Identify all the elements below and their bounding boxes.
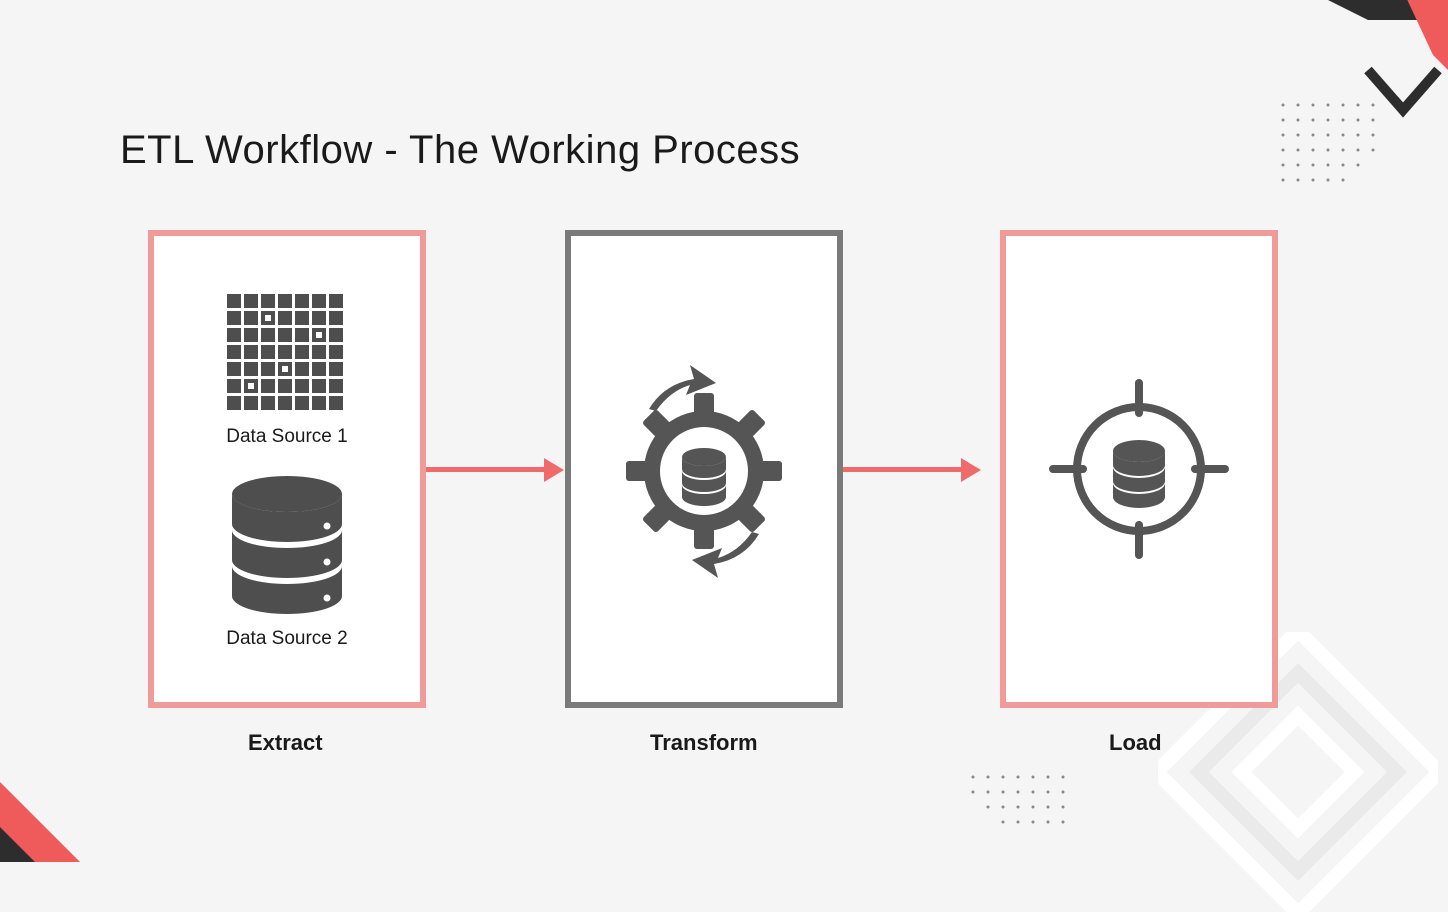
- gear-process-icon: [594, 359, 814, 579]
- data-source-2-label: Data Source 2: [226, 628, 347, 650]
- target-database-icon: [1039, 369, 1239, 569]
- stage-load-label: Load: [1109, 730, 1162, 756]
- corner-decoration-bottom-left: [0, 722, 160, 862]
- arrow-extract-to-transform-icon: [426, 458, 566, 482]
- stage-load-box: [1000, 230, 1278, 708]
- stage-extract-label: Extract: [248, 730, 323, 756]
- dot-pattern-bottom-icon: [968, 772, 1078, 832]
- stage-extract-box: Data Source 1 Data Source 2: [148, 230, 426, 708]
- stage-transform-label: Transform: [650, 730, 758, 756]
- grid-data-icon: [227, 294, 347, 414]
- dot-pattern-top-icon: [1278, 100, 1388, 190]
- stage-transform-box: [565, 230, 843, 708]
- arrow-transform-to-load-icon: [843, 458, 983, 482]
- database-stack-icon: [222, 476, 352, 616]
- diagram-title: ETL Workflow - The Working Process: [120, 128, 800, 173]
- data-source-1-label: Data Source 1: [226, 426, 347, 448]
